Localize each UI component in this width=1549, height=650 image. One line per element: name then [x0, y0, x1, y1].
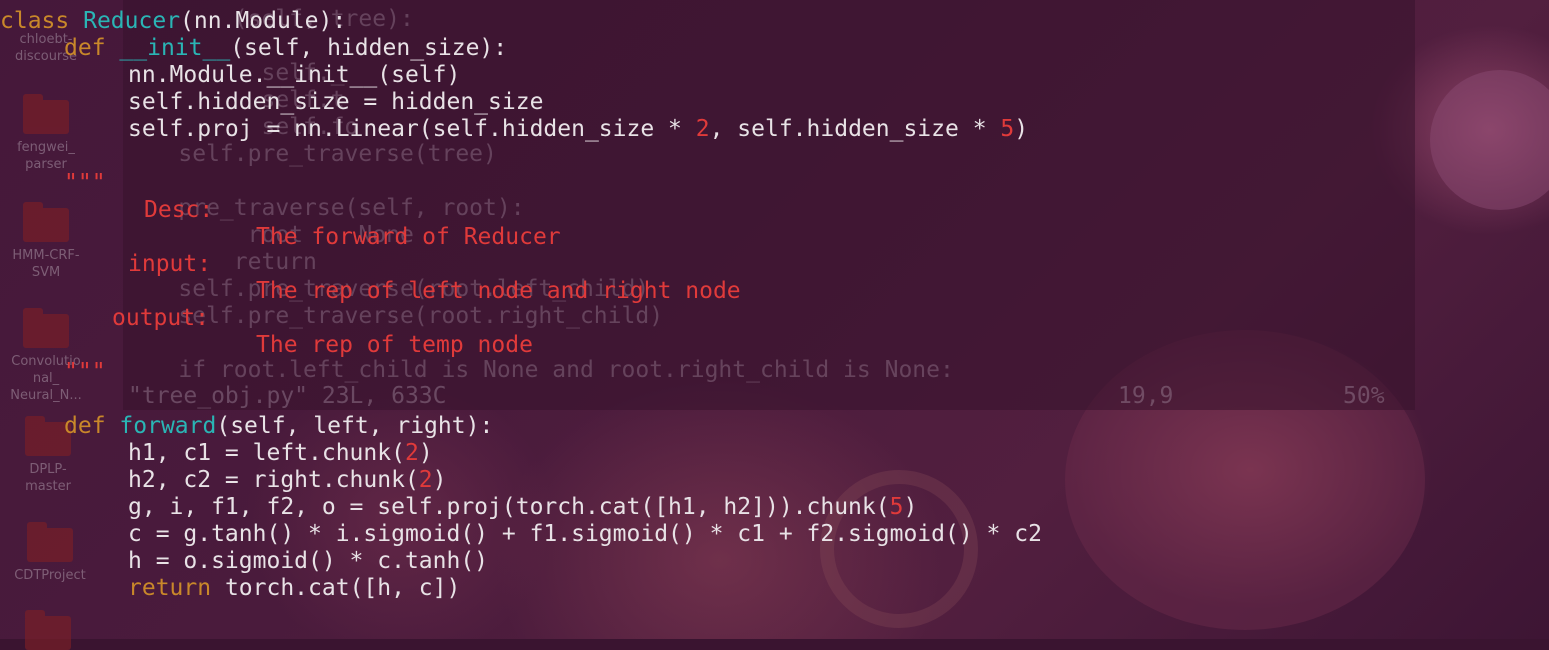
- keyword: def: [64, 35, 106, 61]
- desktop-icon-label: DPLP- master: [25, 462, 71, 494]
- code-text: h1, c1 = left.chunk(: [128, 440, 405, 466]
- function-name: forward: [119, 413, 217, 439]
- docstring-line: Desc:: [144, 197, 214, 223]
- docstring-line: output:: [112, 305, 209, 331]
- code-text: h2, c2 = right.chunk(: [128, 467, 419, 493]
- code-line: self.hidden_size = hidden_size: [128, 89, 544, 115]
- docstring-close: """: [64, 359, 106, 385]
- code-text: ): [1014, 116, 1029, 142]
- folder-icon: [25, 610, 71, 650]
- desktop-icon-label: CDTProject: [14, 568, 86, 583]
- vim-status-position: 19,9: [1118, 383, 1174, 409]
- vim-status-filename: "tree_obj.py" 23L, 633C: [128, 383, 447, 409]
- number-literal: 2: [404, 440, 419, 466]
- code-text: (self, hidden_size):: [230, 35, 508, 61]
- docstring-line: The forward of Reducer: [256, 224, 561, 250]
- docstring-line: The rep of left node and right node: [256, 278, 741, 304]
- code-text: ): [418, 440, 433, 466]
- desktop-icon-label: fengwei_ parser: [17, 140, 75, 172]
- code-text: (nn.Module):: [180, 8, 347, 34]
- code-line: nn.Module.__init__(self): [128, 62, 461, 88]
- code-text: ): [903, 494, 918, 520]
- docstring-open: """: [64, 170, 106, 196]
- folder-icon: [23, 202, 69, 242]
- code-line: def forward(self, left, right):: [64, 413, 493, 440]
- number-literal: 2: [418, 467, 433, 493]
- number-literal: 2: [695, 116, 710, 142]
- folder-icon: [27, 522, 73, 562]
- docstring-line: The rep of temp node: [256, 332, 533, 358]
- class-name: Reducer: [83, 8, 181, 34]
- number-literal: 5: [889, 494, 904, 520]
- code-text: (self, left, right):: [216, 413, 494, 439]
- desktop-folder-partial[interactable]: [8, 610, 88, 650]
- code-line: return torch.cat([h, c]): [128, 575, 460, 602]
- background-code-line: self.pre_traverse(tree): [123, 141, 497, 167]
- docstring-line: input:: [128, 251, 212, 277]
- code-line: h2, c2 = right.chunk(2): [128, 467, 447, 494]
- code-line: class Reducer(nn.Module):: [0, 8, 346, 35]
- code-line: def __init__(self, hidden_size):: [64, 35, 507, 62]
- code-text: ): [432, 467, 447, 493]
- code-text: self.proj = nn.Linear(self.hidden_size *: [128, 116, 696, 142]
- folder-icon: [23, 308, 69, 348]
- keyword: return: [128, 575, 212, 601]
- wallpaper-shape: [1430, 70, 1549, 210]
- desktop-folder-fengwei-parser[interactable]: fengwei_ parser: [6, 94, 86, 173]
- number-literal: 5: [1000, 116, 1015, 142]
- code-line: g, i, f1, f2, o = self.proj(torch.cat([h…: [128, 494, 917, 521]
- desktop-folder-cdtproject[interactable]: CDTProject: [10, 522, 90, 584]
- background-code-line: if root.left_child is None and root.righ…: [123, 357, 954, 383]
- code-line: h1, c1 = left.chunk(2): [128, 440, 433, 467]
- code-line: self.proj = nn.Linear(self.hidden_size *…: [128, 116, 1028, 143]
- code-line: h = o.sigmoid() * c.tanh(): [128, 548, 489, 574]
- desktop-icon-label: HMM-CRF- SVM: [12, 248, 80, 280]
- keyword: class: [0, 8, 70, 34]
- vim-status-percent: 50%: [1343, 383, 1385, 409]
- folder-icon: [23, 94, 69, 134]
- code-text: g, i, f1, f2, o = self.proj(torch.cat([h…: [128, 494, 890, 520]
- function-name: __init__: [119, 35, 231, 61]
- desktop-folder-hmm-crf-svm[interactable]: HMM-CRF- SVM: [6, 202, 86, 281]
- code-text: torch.cat([h, c]): [211, 575, 461, 601]
- code-line: c = g.tanh() * i.sigmoid() + f1.sigmoid(…: [128, 521, 1042, 547]
- code-text: , self.hidden_size *: [709, 116, 1001, 142]
- keyword: def: [64, 413, 106, 439]
